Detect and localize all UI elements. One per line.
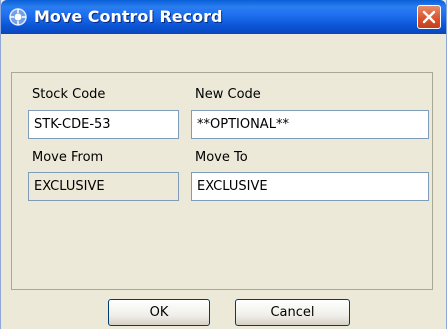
close-icon <box>422 10 436 24</box>
ok-button[interactable]: OK <box>108 299 210 326</box>
new-code-label: New Code <box>195 87 261 102</box>
cancel-button[interactable]: Cancel <box>235 299 350 326</box>
stock-code-label: Stock Code <box>32 87 106 102</box>
move-to-field[interactable]: EXCLUSIVE <box>191 172 429 201</box>
new-code-field[interactable]: **OPTIONAL** <box>191 110 429 139</box>
close-button[interactable] <box>417 5 441 29</box>
move-from-label: Move From <box>32 150 104 165</box>
window-title: Move Control Record <box>34 7 223 26</box>
app-icon <box>8 7 28 27</box>
stock-code-field[interactable]: STK-CDE-53 <box>28 110 179 139</box>
dialog-window: Move Control Record Stock Code STK-CDE-5… <box>0 0 447 329</box>
move-from-field: EXCLUSIVE <box>28 172 179 201</box>
title-bar[interactable]: Move Control Record <box>1 0 446 34</box>
move-to-label: Move To <box>195 150 248 165</box>
